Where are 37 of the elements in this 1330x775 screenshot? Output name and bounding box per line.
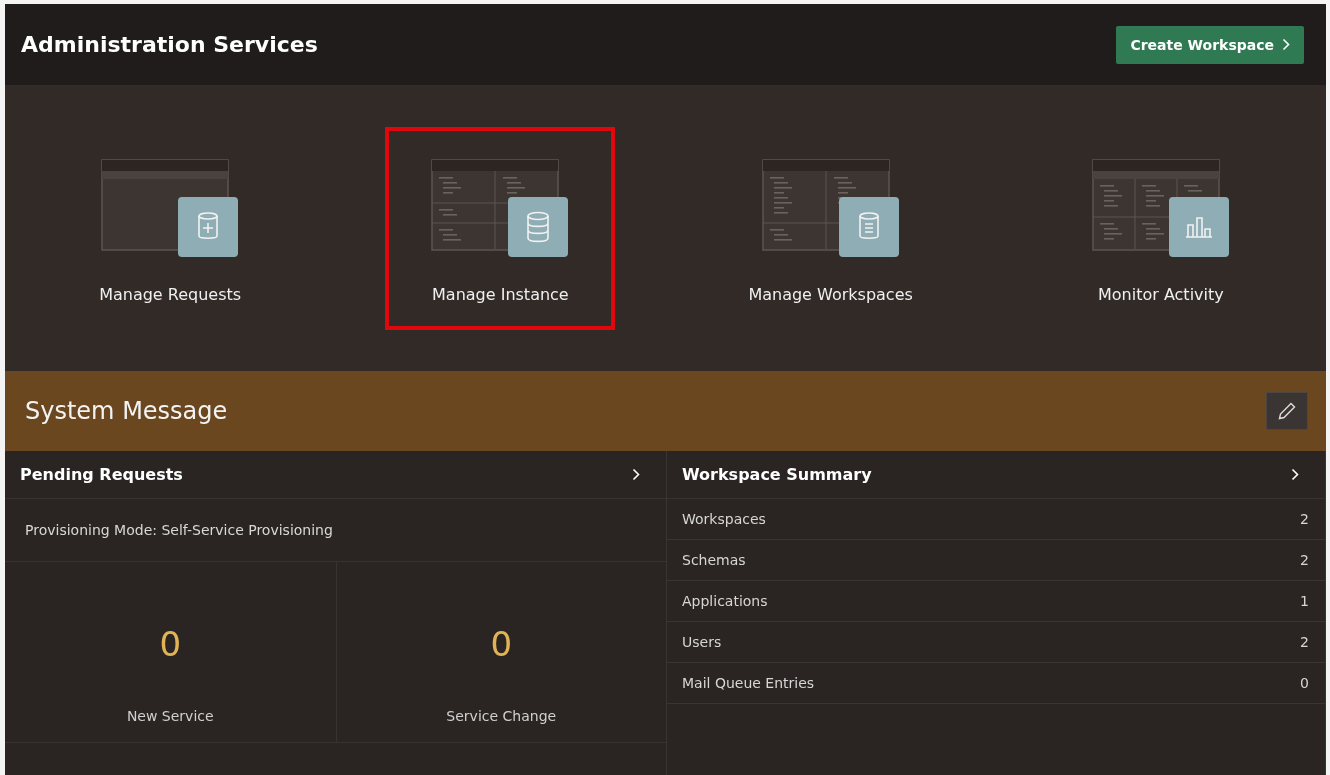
summary-label: Workspaces [682, 511, 766, 527]
tile-label: Monitor Activity [1098, 284, 1224, 304]
bar-chart-icon [1168, 196, 1229, 257]
request-count-label: Service Change [446, 708, 557, 724]
database-add-icon [178, 196, 239, 257]
database-icon [508, 196, 569, 257]
summary-label: Schemas [682, 552, 746, 568]
pending-requests-header[interactable]: Pending Requests [5, 451, 666, 499]
tile-label: Manage Instance [432, 284, 569, 304]
summary-value: 0 [1300, 675, 1309, 691]
pencil-icon [1277, 401, 1297, 421]
chevron-right-icon [632, 468, 640, 481]
summary-value: 2 [1300, 552, 1309, 568]
edit-button[interactable] [1266, 392, 1308, 430]
summary-value: 1 [1300, 593, 1309, 609]
chevron-right-icon [1291, 468, 1299, 481]
system-message-title: System Message [25, 397, 228, 425]
provisioning-mode-text: Provisioning Mode: Self-Service Provisioning [5, 499, 666, 562]
dashboard-tile[interactable]: Manage Instance [385, 126, 616, 330]
request-count-label: New Service [126, 708, 214, 724]
dashboard-tile[interactable]: Manage Requests [55, 126, 286, 330]
summary-label: Users [682, 634, 722, 650]
summary-label: Applications [682, 593, 768, 609]
database-list-icon [838, 196, 899, 257]
tile-label: Manage Requests [99, 284, 242, 304]
create-workspace-button[interactable]: Create Workspace [1116, 25, 1304, 64]
request-count: 0 [490, 624, 513, 664]
request-count: 0 [159, 624, 182, 664]
dashboard-tile[interactable]: Monitor Activity [1045, 126, 1276, 330]
summary-value: 2 [1300, 511, 1309, 527]
page-title: Administration Services [21, 32, 318, 57]
summary-value: 2 [1300, 634, 1309, 650]
chevron-right-icon [1282, 38, 1290, 51]
dashboard-tile[interactable]: Manage Workspaces [708, 126, 953, 330]
tile-label: Manage Workspaces [748, 284, 913, 304]
summary-label: Mail Queue Entries [682, 675, 815, 691]
workspace-summary-header[interactable]: Workspace Summary [667, 451, 1325, 499]
